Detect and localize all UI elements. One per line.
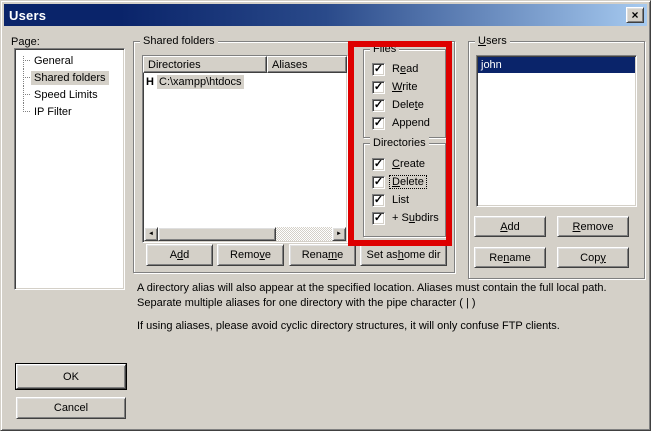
checkbox-files-write[interactable]: ✓ Write: [364, 78, 445, 96]
check-icon: ✓: [374, 213, 383, 223]
directories-permissions-group: Directories ✓ Create ✓ Delete ✓ List ✓ +…: [363, 143, 446, 237]
shared-folders-group-label: Shared folders: [140, 35, 218, 47]
scroll-left-button[interactable]: ◄: [144, 227, 158, 241]
arrow-right-icon: ►: [336, 231, 342, 237]
window-title: Users: [9, 8, 46, 23]
users-dialog: Users × Page: General Shared folders Spe…: [0, 0, 651, 431]
rename-directory-button[interactable]: Rename: [289, 244, 356, 266]
checkbox-label: Delete: [390, 176, 426, 188]
home-dir-marker: H: [143, 76, 157, 88]
check-icon: ✓: [374, 195, 383, 205]
scroll-right-button[interactable]: ►: [332, 227, 346, 241]
checkbox-label: Create: [390, 158, 427, 170]
check-icon: ✓: [374, 100, 383, 110]
checkbox-files-delete[interactable]: ✓ Delete: [364, 96, 445, 114]
checkbox-label: Delete: [390, 99, 426, 111]
users-list: john: [476, 55, 637, 207]
add-directory-button[interactable]: Add: [146, 244, 213, 266]
checkbox-label: Write: [390, 81, 419, 93]
files-permissions-group: Files ✓ Read ✓ Write ✓ Delete ✓ Append: [363, 49, 446, 138]
set-as-home-dir-button[interactable]: Set as home dir: [360, 244, 447, 266]
close-button[interactable]: ×: [626, 7, 644, 23]
checkbox-dirs-subdirs[interactable]: ✓ + Subdirs: [364, 209, 445, 227]
users-group-label: Users: [475, 35, 510, 47]
checkbox-box: ✓: [372, 63, 385, 76]
check-icon: ✓: [374, 177, 383, 187]
horizontal-scrollbar[interactable]: ◄ ►: [144, 227, 346, 241]
checkbox-box: ✓: [372, 158, 385, 171]
check-icon: ✓: [374, 159, 383, 169]
titlebar[interactable]: Users ×: [4, 4, 647, 26]
table-row[interactable]: H C:\xampp\htdocs: [143, 73, 347, 90]
checkbox-box: ✓: [372, 194, 385, 207]
checkbox-box: ✓: [372, 176, 385, 189]
arrow-left-icon: ◄: [148, 231, 154, 237]
sidebar-item-ip-filter[interactable]: IP Filter: [15, 103, 124, 120]
directories-group-label: Directories: [370, 137, 429, 149]
copy-user-button[interactable]: Copy: [557, 247, 629, 268]
ok-button[interactable]: OK: [16, 364, 126, 389]
checkbox-dirs-list[interactable]: ✓ List: [364, 191, 445, 209]
checkbox-files-append[interactable]: ✓ Append: [364, 114, 445, 132]
check-icon: ✓: [374, 64, 383, 74]
checkbox-label: Read: [390, 63, 420, 75]
alias-note-text: A directory alias will also appear at th…: [137, 281, 651, 311]
sidebar-item-general[interactable]: General: [15, 52, 124, 69]
list-header: Directories Aliases: [143, 56, 347, 73]
tree-connector: [20, 86, 31, 103]
checkbox-label: + Subdirs: [390, 212, 441, 224]
list-item-user-john[interactable]: john: [478, 57, 635, 73]
checkbox-label: Append: [390, 117, 432, 129]
page-tree: General Shared folders Speed Limits IP F…: [14, 48, 125, 290]
close-icon: ×: [631, 9, 638, 21]
check-icon: ✓: [374, 82, 383, 92]
checkbox-label: List: [390, 194, 411, 206]
cancel-button[interactable]: Cancel: [16, 397, 126, 419]
remove-directory-button[interactable]: Remove: [217, 244, 284, 266]
sidebar-item-speed-limits[interactable]: Speed Limits: [15, 86, 124, 103]
scrollbar-thumb[interactable]: [158, 227, 276, 241]
checkbox-box: ✓: [372, 117, 385, 130]
column-header-directories[interactable]: Directories: [143, 56, 267, 73]
tree-connector: [20, 69, 31, 86]
checkbox-box: ✓: [372, 99, 385, 112]
directory-path: C:\xampp\htdocs: [157, 75, 244, 89]
checkbox-dirs-create[interactable]: ✓ Create: [364, 155, 445, 173]
cyclic-note-text: If using aliases, please avoid cyclic di…: [137, 319, 651, 334]
check-icon: ✓: [374, 118, 383, 128]
page-label: Page:: [11, 36, 40, 48]
checkbox-box: ✓: [372, 81, 385, 94]
tree-connector: [20, 103, 31, 120]
sidebar-item-shared-folders[interactable]: Shared folders: [15, 69, 124, 86]
checkbox-box: ✓: [372, 212, 385, 225]
checkbox-files-read[interactable]: ✓ Read: [364, 60, 445, 78]
add-user-button[interactable]: Add: [474, 216, 546, 237]
directories-list: Directories Aliases H C:\xampp\htdocs ◄ …: [142, 55, 348, 243]
alias-notes: A directory alias will also appear at th…: [137, 281, 651, 342]
checkbox-dirs-delete[interactable]: ✓ Delete: [364, 173, 445, 191]
remove-user-button[interactable]: Remove: [557, 216, 629, 237]
tree-connector: [20, 52, 31, 69]
rename-user-button[interactable]: Rename: [474, 247, 546, 268]
column-header-aliases[interactable]: Aliases: [267, 56, 347, 73]
files-group-label: Files: [370, 43, 399, 55]
